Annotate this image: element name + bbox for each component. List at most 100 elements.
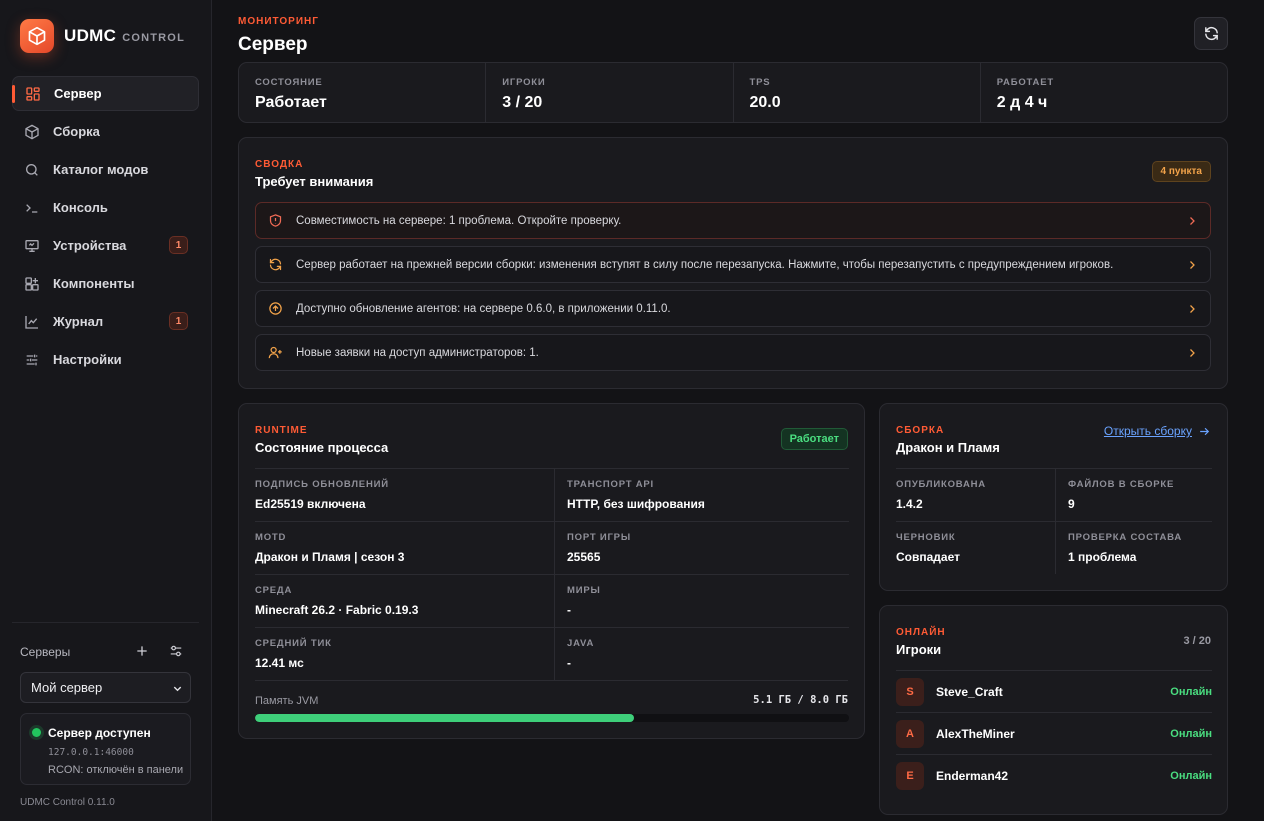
stat-players: ИГРОКИ 3 / 20: [486, 63, 734, 122]
sidebar-item-label: Журнал: [53, 314, 104, 329]
sidebar-item-label: Сборка: [53, 124, 100, 139]
players-title: Игроки: [896, 642, 942, 657]
player-status: Онлайн: [1170, 727, 1212, 740]
field-composition-check: ПРОВЕРКА СОСТАВА 1 проблема: [1055, 521, 1212, 574]
player-row[interactable]: A AlexTheMiner Онлайн: [896, 712, 1212, 754]
stat-label: TPS: [749, 77, 771, 88]
memory-bar: [255, 714, 849, 722]
server-settings-button[interactable]: [167, 642, 185, 660]
server-select-value: Мой сервер: [31, 680, 103, 695]
build-title: Дракон и Пламя: [896, 440, 1000, 455]
field-value: -: [567, 656, 571, 670]
main-content: МОНИТОРИНГ Сервер СОСТОЯНИЕ Работает ИГР…: [212, 0, 1264, 821]
sidebar-item-components[interactable]: Компоненты: [12, 266, 199, 301]
sliders-icon: [170, 645, 182, 657]
alert-list: Совместимость на сервере: 1 проблема. От…: [255, 202, 1211, 378]
sidebar-item-console[interactable]: Консоль: [12, 190, 199, 225]
alert-restart[interactable]: Сервер работает на прежней версии сборки…: [255, 246, 1211, 283]
stat-value: 2 д 4 ч: [996, 94, 1048, 111]
memory-value: 5.1 ГБ / 8.0 ГБ: [753, 694, 848, 706]
field-value: 12.41 мс: [255, 656, 304, 670]
runtime-title: Состояние процесса: [255, 440, 389, 455]
alert-admin-requests[interactable]: Новые заявки на доступ администраторов: …: [255, 334, 1211, 371]
field-java: JAVA -: [554, 627, 849, 680]
players-kicker: ОНЛАЙН: [896, 627, 946, 638]
sidebar-item-server[interactable]: Сервер: [12, 76, 199, 111]
sidebar-item-label: Устройства: [53, 238, 127, 253]
status-dot: [32, 728, 41, 738]
field-value: 9: [1068, 497, 1075, 511]
sidebar-item-settings[interactable]: Настройки: [12, 342, 199, 377]
build-card: СБОРКА Дракон и Пламя Открыть сборку ОПУ…: [879, 403, 1228, 591]
stat-label: ИГРОКИ: [502, 77, 546, 88]
server-status-card: Сервер доступен 127.0.0.1:46000 RCON: от…: [20, 713, 191, 785]
chevron-right-icon: [1190, 305, 1195, 313]
search-icon: [26, 163, 38, 176]
sidebar-item-label: Компоненты: [53, 276, 135, 291]
field-label: ПОДПИСЬ ОБНОВЛЕНИЙ: [255, 479, 389, 490]
sliders-icon: [26, 354, 38, 365]
app-version: UDMC Control 0.11.0: [20, 797, 115, 808]
field-value: 1.4.2: [896, 497, 923, 511]
stat-value: 20.0: [749, 94, 781, 111]
field-value: -: [567, 603, 571, 617]
alert-compatibility[interactable]: Совместимость на сервере: 1 проблема. От…: [255, 202, 1211, 239]
stat-label: РАБОТАЕТ: [996, 77, 1054, 88]
stat-value: 3 / 20: [502, 94, 543, 111]
page-kicker: МОНИТОРИНГ: [238, 16, 319, 27]
sidebar-item-build[interactable]: Сборка: [12, 114, 199, 149]
player-name: AlexTheMiner: [936, 726, 1015, 741]
add-server-button[interactable]: [133, 642, 151, 660]
player-row[interactable]: S Steve_Craft Онлайн: [896, 670, 1212, 712]
chevron-right-icon: [1190, 349, 1195, 357]
refresh-button[interactable]: [1194, 17, 1228, 50]
field-avg-tick: СРЕДНИЙ ТИК 12.41 мс: [255, 627, 554, 680]
sidebar-nav: Сервер Сборка Каталог модов Консоль Устр…: [12, 76, 199, 380]
field-label: ПОРТ ИГРЫ: [567, 532, 631, 543]
stat-state: СОСТОЯНИЕ Работает: [239, 63, 487, 122]
dashboard-icon: [26, 86, 40, 101]
plus-icon: [137, 646, 147, 656]
alert-agent-update[interactable]: Доступно обновление агентов: на сервере …: [255, 290, 1211, 327]
field-update-signature: ПОДПИСЬ ОБНОВЛЕНИЙ Ed25519 включена: [255, 468, 554, 521]
server-address: 127.0.0.1:46000: [48, 747, 134, 758]
field-value: Ed25519 включена: [255, 497, 366, 511]
box-icon: [25, 124, 39, 139]
blocks-icon: [25, 276, 39, 291]
field-draft: ЧЕРНОВИК Совпадает: [896, 521, 1055, 574]
avatar: E: [896, 761, 924, 790]
alert-text: Сервер работает на прежней версии сборки…: [296, 258, 1114, 271]
field-value: Совпадает: [896, 550, 960, 564]
sidebar: UDMC CONTROL Сервер Сборка Каталог модов…: [0, 0, 212, 821]
memory-divider: [255, 680, 848, 681]
server-select[interactable]: Мой сервер: [20, 672, 191, 703]
chevron-right-icon: [1190, 261, 1195, 269]
field-value: Minecraft 26.2 · Fabric 0.19.3: [255, 603, 419, 617]
brand[interactable]: UDMC CONTROL: [20, 19, 185, 53]
logo-box-icon: [20, 19, 54, 53]
user-plus-icon: [268, 346, 282, 359]
field-value: 25565: [567, 550, 601, 564]
summary-title: Требует внимания: [255, 174, 374, 189]
sidebar-item-devices[interactable]: Устройства 1: [12, 228, 199, 263]
brand-subtitle: CONTROL: [122, 31, 185, 44]
players-card: ОНЛАЙН Игроки 3 / 20 S Steve_Craft Онлай…: [879, 605, 1228, 815]
stats-card: СОСТОЯНИЕ Работает ИГРОКИ 3 / 20 TPS 20.…: [238, 62, 1228, 123]
rcon-status: RCON: отключён в панели: [48, 764, 184, 776]
field-label: МИРЫ: [567, 585, 601, 596]
alert-text: Доступно обновление агентов: на сервере …: [296, 302, 671, 315]
sidebar-item-log[interactable]: Журнал 1: [12, 304, 199, 339]
server-status-title: Сервер доступен: [48, 726, 151, 740]
field-label: JAVA: [567, 638, 595, 649]
field-label: ОПУБЛИКОВАНА: [896, 479, 986, 490]
chart-line-icon: [25, 315, 38, 329]
avatar: S: [896, 677, 924, 706]
field-file-count: ФАЙЛОВ В СБОРКЕ 9: [1055, 468, 1212, 521]
sidebar-item-mod-catalog[interactable]: Каталог модов: [12, 152, 199, 187]
sidebar-item-label: Каталог модов: [53, 162, 149, 177]
open-build-link[interactable]: Открыть сборку: [1104, 424, 1211, 438]
devices-badge: 1: [169, 236, 188, 254]
field-label: ТРАНСПОРТ API: [567, 479, 654, 490]
player-row[interactable]: E Enderman42 Онлайн: [896, 754, 1212, 796]
field-published: ОПУБЛИКОВАНА 1.4.2: [896, 468, 1055, 521]
